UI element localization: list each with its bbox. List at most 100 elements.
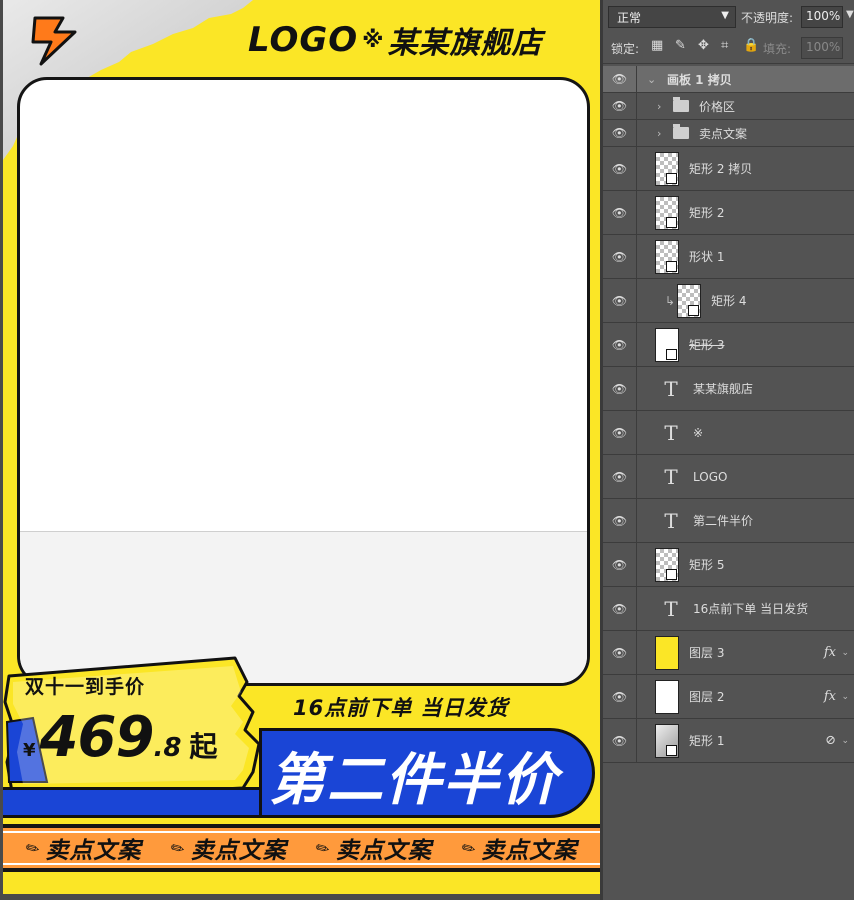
selling-point: ✎ 卖点文案 bbox=[22, 831, 142, 865]
megaphone-icon: ✎ bbox=[167, 836, 189, 860]
layer-row[interactable]: 👁 T 第二件半价 bbox=[603, 499, 854, 543]
layer-row[interactable]: 👁 T 某某旗舰店 bbox=[603, 367, 854, 411]
layer-thumbnail bbox=[655, 635, 679, 670]
logo-text: LOGO bbox=[248, 20, 359, 60]
visibility-eye-icon[interactable]: 👁 bbox=[603, 66, 637, 92]
clipping-arrow-icon: ↳ bbox=[665, 293, 676, 308]
layer-row-group[interactable]: 👁 › 价格区 bbox=[603, 93, 854, 120]
layer-row[interactable]: 👁 矩形 2 bbox=[603, 191, 854, 235]
visibility-eye-icon[interactable]: 👁 bbox=[603, 191, 637, 234]
chevron-down-icon[interactable]: ⌄ bbox=[841, 692, 849, 702]
folder-icon bbox=[673, 124, 689, 139]
visibility-eye-icon[interactable]: 👁 bbox=[603, 499, 637, 542]
layer-row[interactable]: 👁 矩形 3 bbox=[603, 323, 854, 367]
text-layer-icon: T bbox=[664, 376, 678, 401]
visibility-eye-icon[interactable]: 👁 bbox=[603, 455, 637, 498]
chevron-down-icon[interactable]: ⌄ bbox=[647, 73, 657, 86]
layer-name: 图层 3 bbox=[689, 646, 725, 660]
layer-effects-icon[interactable]: fx bbox=[824, 645, 836, 660]
chevron-right-icon[interactable]: › bbox=[657, 100, 667, 113]
layer-thumbnail bbox=[655, 679, 679, 714]
layer-name: LOGO bbox=[693, 469, 728, 484]
fill-label: 填充: bbox=[763, 42, 792, 56]
visibility-eye-icon[interactable]: 👁 bbox=[603, 367, 637, 410]
chevron-down-icon[interactable]: ⌄ bbox=[841, 648, 849, 658]
visibility-eye-icon[interactable]: 👁 bbox=[603, 411, 637, 454]
layer-name: 16点前下单 当日发货 bbox=[693, 602, 809, 616]
layer-row[interactable]: 👁 T ※ bbox=[603, 411, 854, 455]
visibility-eye-icon[interactable]: 👁 bbox=[603, 235, 637, 278]
fill-field[interactable]: 100% bbox=[801, 37, 843, 59]
layer-thumbnail bbox=[655, 151, 679, 186]
selling-point: ✎ 卖点文案 bbox=[458, 831, 578, 865]
vector-mask-icon bbox=[666, 348, 677, 360]
price-label: 双十一到手价 bbox=[25, 676, 146, 698]
megaphone-icon: ✎ bbox=[312, 836, 334, 860]
layer-name: ※ bbox=[693, 425, 704, 440]
layer-row[interactable]: 👁 矩形 1 ⊘ ⌄ bbox=[603, 719, 854, 763]
text-layer-icon: T bbox=[664, 464, 678, 489]
visibility-eye-icon[interactable]: 👁 bbox=[603, 120, 637, 146]
lock-transparency-icon[interactable]: ▦ bbox=[651, 38, 663, 53]
megaphone-icon: ✎ bbox=[22, 836, 44, 860]
layer-row[interactable]: 👁 T 16点前下单 当日发货 bbox=[603, 587, 854, 631]
layer-row[interactable]: 👁 矩形 5 bbox=[603, 543, 854, 587]
selling-point-text: 卖点文案 bbox=[45, 838, 142, 864]
selling-point-text: 卖点文案 bbox=[481, 838, 578, 864]
delivery-promo: 16点前下单 当日发货 bbox=[293, 696, 509, 720]
lock-artboard-icon[interactable]: ⌗ bbox=[721, 38, 728, 53]
vector-mask-icon bbox=[666, 260, 677, 272]
layer-row[interactable]: 👁 图层 3 fx ⌄ bbox=[603, 631, 854, 675]
layer-name: 矩形 2 bbox=[689, 206, 725, 220]
layer-thumbnail bbox=[655, 723, 679, 758]
price-value: ¥ 469 .8 起 bbox=[23, 705, 217, 770]
layer-name: 画板 1 拷贝 bbox=[667, 72, 732, 87]
layer-name: 图层 2 bbox=[689, 690, 725, 704]
layer-thumbnail bbox=[655, 239, 679, 274]
visibility-eye-icon[interactable]: 👁 bbox=[603, 587, 637, 630]
blend-mode-select[interactable]: 正常 ▼ bbox=[608, 6, 736, 28]
opacity-field[interactable]: 100% bbox=[801, 6, 843, 28]
chevron-down-icon[interactable]: ⌄ bbox=[841, 736, 849, 746]
visibility-eye-icon[interactable]: 👁 bbox=[603, 279, 637, 322]
layer-row[interactable]: 👁 图层 2 fx ⌄ bbox=[603, 675, 854, 719]
poster-artboard: LOGO ※ 某某旗舰店 双十一到手价 ¥ 469 .8 起 16点前下单 当日… bbox=[3, 0, 600, 894]
vector-mask-icon bbox=[666, 216, 677, 228]
layer-row[interactable]: 👁 形状 1 bbox=[603, 235, 854, 279]
text-layer-icon: T bbox=[664, 508, 678, 533]
document-canvas[interactable]: LOGO ※ 某某旗舰店 双十一到手价 ¥ 469 .8 起 16点前下单 当日… bbox=[0, 0, 600, 900]
visibility-eye-icon[interactable]: 👁 bbox=[603, 675, 637, 718]
layer-row-group[interactable]: 👁 › 卖点文案 bbox=[603, 120, 854, 147]
text-layer-icon: T bbox=[664, 420, 678, 445]
lock-all-icon[interactable]: 🔒 bbox=[743, 38, 759, 53]
layer-thumbnail bbox=[677, 283, 702, 318]
layer-name: 某某旗舰店 bbox=[693, 382, 754, 396]
chevron-down-icon[interactable]: ▼ bbox=[846, 9, 854, 20]
visibility-eye-icon[interactable]: 👁 bbox=[603, 323, 637, 366]
visibility-eye-icon[interactable]: 👁 bbox=[603, 631, 637, 674]
layer-row[interactable]: 👁 矩形 2 拷贝 bbox=[603, 147, 854, 191]
visibility-eye-icon[interactable]: 👁 bbox=[603, 543, 637, 586]
layer-name: 价格区 bbox=[699, 99, 736, 114]
selling-point: ✎ 卖点文案 bbox=[312, 831, 431, 865]
currency-symbol: ¥ bbox=[23, 740, 36, 761]
linked-mask-icon[interactable]: ⊘ bbox=[825, 733, 836, 748]
chevron-down-icon: ▼ bbox=[721, 10, 729, 21]
banner-underbar bbox=[3, 787, 303, 818]
visibility-eye-icon[interactable]: 👁 bbox=[603, 719, 637, 762]
layer-name: 矩形 4 bbox=[711, 294, 747, 308]
price-suffix: 起 bbox=[189, 730, 218, 763]
layer-row[interactable]: 👁 ↳ 矩形 4 bbox=[603, 279, 854, 323]
layer-effects-icon[interactable]: fx bbox=[824, 689, 836, 704]
lock-pixels-icon[interactable]: ✎ bbox=[675, 38, 686, 53]
text-layer-icon: T bbox=[664, 596, 678, 621]
price-integer: 469 bbox=[39, 705, 155, 770]
selling-points-strip: ✎ 卖点文案 ✎ 卖点文案 ✎ 卖点文案 ✎ 卖点文案 bbox=[3, 824, 600, 872]
layer-row[interactable]: 👁 T LOGO bbox=[603, 455, 854, 499]
visibility-eye-icon[interactable]: 👁 bbox=[603, 147, 637, 190]
opacity-label: 不透明度: bbox=[741, 11, 794, 25]
layer-row-artboard[interactable]: 👁 ⌄ 画板 1 拷贝 bbox=[603, 66, 854, 93]
lock-position-icon[interactable]: ✥ bbox=[698, 38, 709, 53]
visibility-eye-icon[interactable]: 👁 bbox=[603, 93, 637, 119]
chevron-right-icon[interactable]: › bbox=[657, 127, 667, 140]
